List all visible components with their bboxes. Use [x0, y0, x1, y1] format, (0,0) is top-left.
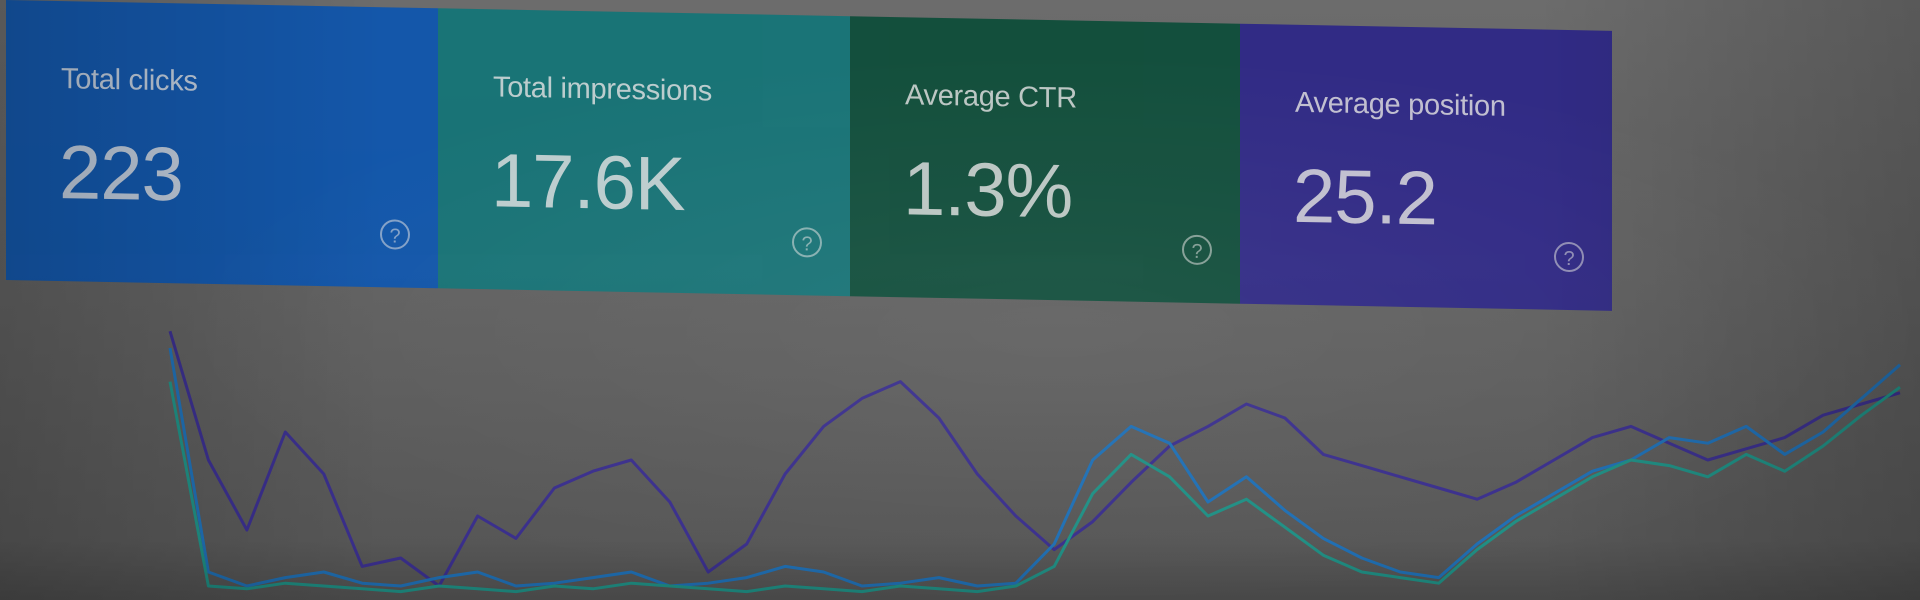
- metric-value: 17.6K: [491, 138, 685, 228]
- metric-card-total-impressions[interactable]: Total impressions 17.6K ?: [438, 8, 850, 297]
- metric-card-average-ctr[interactable]: Average CTR 1.3% ?: [850, 16, 1240, 304]
- help-circle-icon[interactable]: ?: [380, 219, 410, 250]
- metric-label: Total impressions: [493, 71, 712, 108]
- metric-value: 25.2: [1293, 153, 1437, 242]
- metric-label: Average position: [1295, 86, 1506, 123]
- metric-value: 1.3%: [903, 146, 1073, 235]
- help-circle-icon[interactable]: ?: [1554, 241, 1584, 273]
- metric-card-average-position[interactable]: Average position 25.2 ?: [1240, 23, 1612, 311]
- bottom-shade: [0, 540, 1920, 600]
- metric-label: Average CTR: [905, 79, 1077, 115]
- metric-value: 223: [59, 130, 183, 218]
- metric-label: Total clicks: [61, 63, 198, 98]
- help-circle-icon[interactable]: ?: [1182, 234, 1212, 266]
- help-circle-icon[interactable]: ?: [792, 227, 822, 258]
- metric-card-total-clicks[interactable]: Total clicks 223 ?: [6, 0, 438, 289]
- metric-cards: Total clicks 223 ? Total impressions 17.…: [6, 0, 1612, 319]
- dashboard-screen: Total clicks 223 ? Total impressions 17.…: [0, 0, 1920, 600]
